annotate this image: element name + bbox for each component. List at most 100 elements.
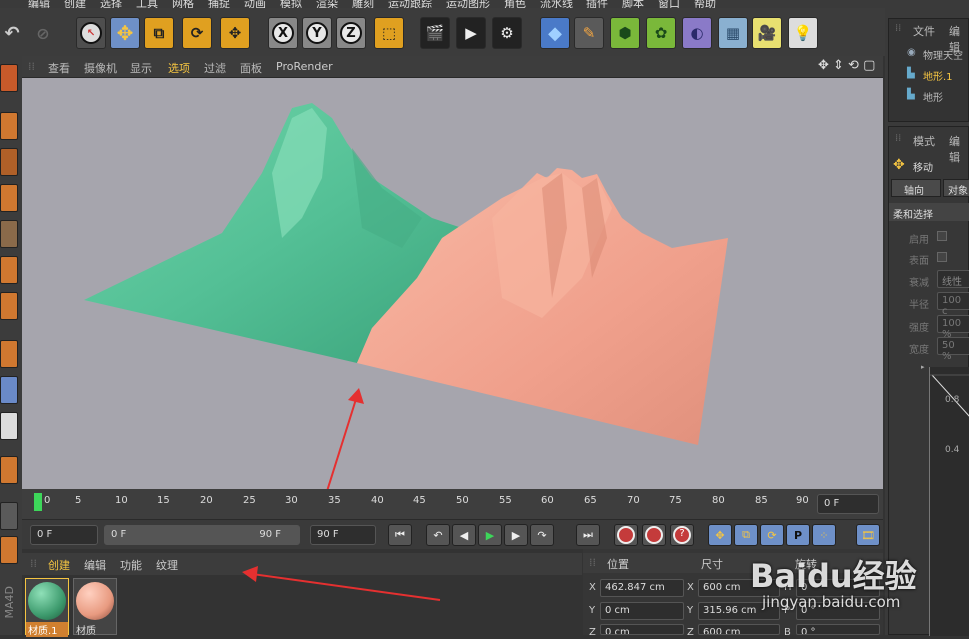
pos-x-field[interactable]: 462.847 cm [600,579,684,597]
render-picture-viewer-button[interactable]: ▶ [456,17,486,49]
menu-mograph[interactable]: 运动图形 [446,0,490,8]
material-swatch[interactable]: 材质 [73,578,117,637]
menu-snap[interactable]: 捕捉 [208,0,230,8]
viewport-menu-view[interactable]: 查看 [48,60,70,76]
live-selection-button[interactable]: ↖ [76,17,106,49]
material-menu-edit[interactable]: 编辑 [84,557,106,573]
menu-motion-tracking[interactable]: 运动跟踪 [388,0,432,8]
tab-axis[interactable]: 轴向 [891,179,941,197]
planar-workplane-button[interactable] [0,536,18,564]
play-button[interactable]: ▶ [478,524,502,546]
pos-y-field[interactable]: 0 cm [600,602,684,620]
workplane-mode-button[interactable] [0,184,18,212]
menu-create[interactable]: 创建 [64,0,86,8]
object-item-label[interactable]: 地形 [923,89,943,104]
floor-button[interactable]: ▦ [718,17,748,49]
go-to-end-button[interactable]: ⏭ [576,524,600,546]
object-item-label[interactable]: 地形.1 [923,68,953,83]
material-menu-create[interactable]: 创建 [48,557,70,573]
current-frame-field[interactable]: 0 F [817,494,879,514]
viewport-menu-display[interactable]: 显示 [130,60,152,76]
menu-tools[interactable]: 工具 [136,0,158,8]
strength-field[interactable]: 100 % [937,315,969,340]
menu-edit[interactable]: 编辑 [28,0,50,8]
menu-simulate[interactable]: 模拟 [280,0,302,8]
material-menu-function[interactable]: 功能 [120,557,142,573]
rotation-key-button[interactable]: ⟳ [760,524,784,546]
points-mode-button[interactable] [0,220,18,248]
coordinate-system-button[interactable]: ⬚ [374,17,404,49]
pos-z-field[interactable]: 0 cm [600,624,684,635]
viewport-menu-filter[interactable]: 过滤 [204,60,226,76]
parameter-key-button[interactable]: P [786,524,810,546]
width-field[interactable]: 50 % [937,337,969,362]
previous-key-button[interactable]: ↶ [426,524,450,546]
camera-button[interactable]: 🎥 [752,17,782,49]
auto-key-button[interactable] [642,524,666,546]
menu-help[interactable]: 帮助 [694,0,716,8]
menu-pipeline[interactable]: 流水线 [540,0,573,8]
scale-tool-button[interactable]: ⧉ [144,17,174,49]
viewport-menu-panel[interactable]: 面板 [240,60,262,76]
render-settings-button[interactable]: ⚙ [492,17,522,49]
menu-character[interactable]: 角色 [504,0,526,8]
menu-window[interactable]: 窗口 [658,0,680,8]
previous-frame-button[interactable]: ◀ [452,524,476,546]
graph-expand-icon[interactable]: ▸ [921,363,925,371]
menu-script[interactable]: 脚本 [622,0,644,8]
falloff-dropdown[interactable]: 线性 [937,270,969,288]
attr-menu-mode[interactable]: 模式 [913,133,935,149]
enable-axis-button[interactable] [0,340,18,368]
cube-button[interactable]: ◆ [540,17,570,49]
point-level-button[interactable]: ⁘ [812,524,836,546]
material-menu-texture[interactable]: 纹理 [156,557,178,573]
make-editable-button[interactable] [0,64,18,92]
move-tool-button[interactable]: ✥ [110,17,140,49]
end-frame-field[interactable]: 90 F [310,525,376,545]
redo-button[interactable]: ⊘ [26,17,60,49]
edges-mode-button[interactable] [0,256,18,284]
viewport-menu-cameras[interactable]: 摄像机 [84,60,117,76]
viewport-menu-prorender[interactable]: ProRender [276,60,333,73]
deformer-button[interactable]: ◐ [682,17,712,49]
radius-field[interactable]: 100 c [937,292,969,317]
menu-render[interactable]: 渲染 [316,0,338,8]
lock-workplane-button[interactable] [0,502,18,530]
cloner-button[interactable]: ✿ [646,17,676,49]
pen-button[interactable]: ✎ [574,17,604,49]
texture-mode-button[interactable] [0,148,18,176]
menu-animate[interactable]: 动画 [244,0,266,8]
rotate-tool-button[interactable]: ⟳ [182,17,212,49]
viewport-menu-options[interactable]: 选项 [168,60,190,76]
quantize-button[interactable] [0,456,18,484]
start-frame-field[interactable]: 0 F [30,525,98,545]
object-item-label[interactable]: 物理天空 [923,47,963,62]
z-axis-button[interactable]: Z [336,17,366,49]
snap-button[interactable] [0,412,18,440]
model-mode-button[interactable] [0,112,18,140]
menu-select[interactable]: 选择 [100,0,122,8]
next-key-button[interactable]: ↷ [530,524,554,546]
3d-viewport[interactable] [22,78,883,489]
tweak-mode-button[interactable] [0,376,18,404]
menu-plugins[interactable]: 插件 [586,0,608,8]
polygons-mode-button[interactable] [0,292,18,320]
object-menu-file[interactable]: 文件 [913,23,935,39]
next-frame-button[interactable]: ▶ [504,524,528,546]
tab-object[interactable]: 对象 [943,179,969,197]
menu-sculpt[interactable]: 雕刻 [352,0,374,8]
scale-key-button[interactable]: ⧉ [734,524,758,546]
x-axis-button[interactable]: X [268,17,298,49]
transform-tool-button[interactable]: ✥ [220,17,250,49]
y-axis-button[interactable]: Y [302,17,332,49]
frame-range-slider[interactable]: 0 F 90 F [104,525,300,545]
viewport-navigation-icons[interactable]: ✥ ⇕ ⟲ ▢ [818,58,875,73]
soft-selection-section[interactable]: 柔和选择 [889,203,969,221]
subdivision-button[interactable]: ⬢ [610,17,640,49]
timeline-playhead[interactable] [34,493,42,511]
go-to-start-button[interactable]: ⏮ [388,524,412,546]
record-keys-button[interactable] [614,524,638,546]
render-view-button[interactable]: 🎬 [420,17,450,49]
surface-checkbox[interactable] [937,252,947,262]
undo-button[interactable]: ↶ [0,17,24,49]
